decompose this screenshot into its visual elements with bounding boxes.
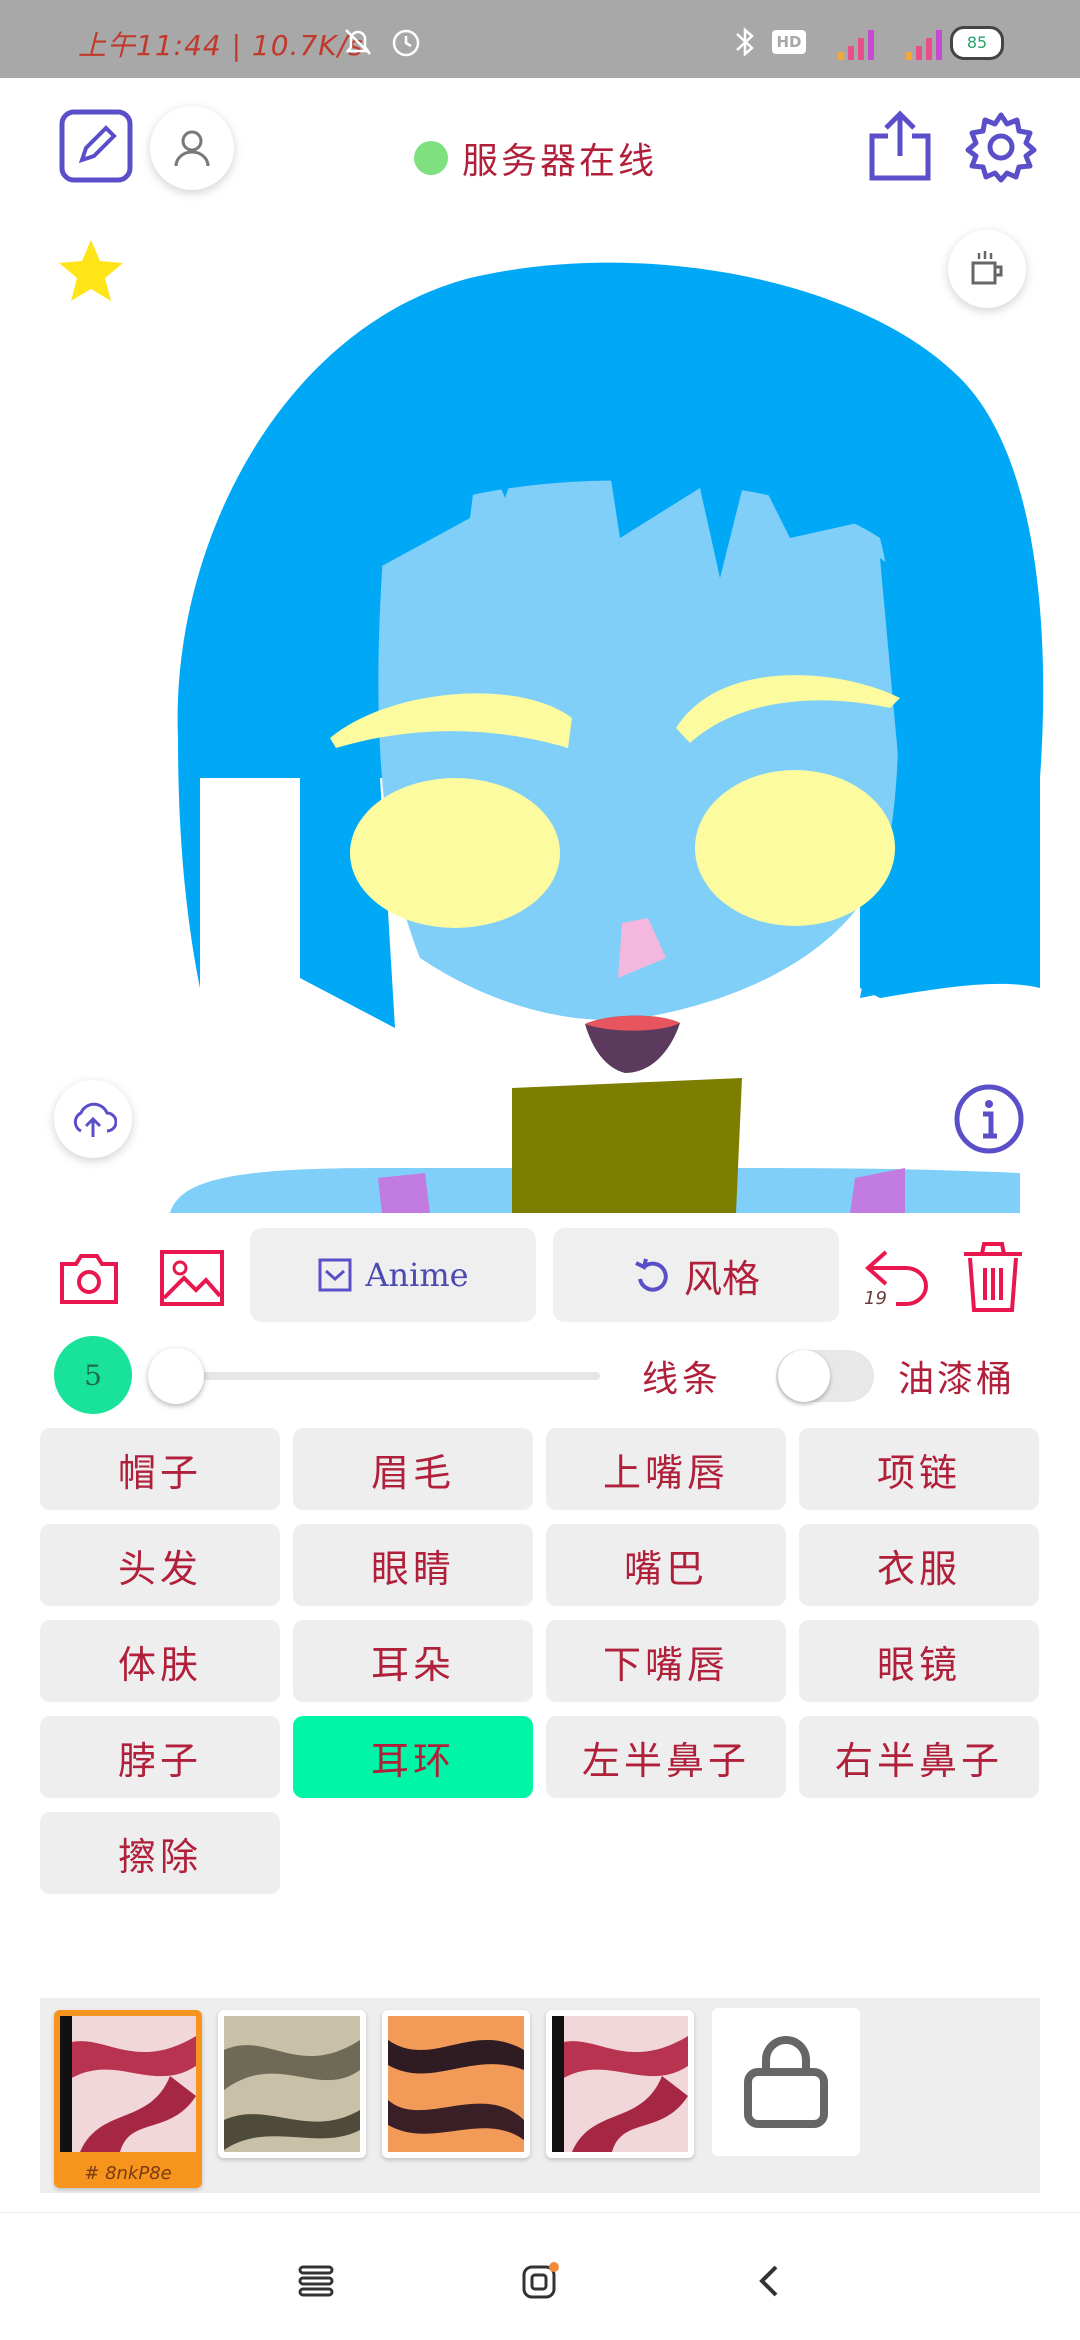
refresh-icon xyxy=(635,1258,668,1292)
style-thumbnail-selected[interactable]: # 8nkP8e xyxy=(54,2010,202,2188)
part-button[interactable]: 头发 xyxy=(40,1524,280,1606)
style-thumbnail-image xyxy=(224,2016,360,2152)
user-icon xyxy=(174,130,210,167)
part-button[interactable]: 下嘴唇 xyxy=(546,1620,786,1702)
hd-badge: HD xyxy=(772,30,806,54)
drawing-artwork xyxy=(170,262,1044,1213)
paint-bucket-label: 油漆桶 xyxy=(898,1359,1016,1400)
style-thumbnail-image xyxy=(60,2016,196,2152)
brush-size-track[interactable] xyxy=(170,1372,600,1380)
status-bar: 上午11:44 | 10.7K/s HD 85 xyxy=(0,0,1080,78)
bluetooth-icon xyxy=(736,27,754,57)
brush-row: 5 线条 油漆桶 xyxy=(0,1336,1080,1426)
style-thumbnail-strip: # 8nkP8e xyxy=(40,1998,1040,2193)
menu-icon xyxy=(298,2265,334,2297)
signal-icon xyxy=(838,30,874,60)
style-model-button[interactable]: Anime xyxy=(250,1228,536,1322)
part-button[interactable]: 眉毛 xyxy=(293,1428,533,1510)
part-button[interactable]: 眼睛 xyxy=(293,1524,533,1606)
thumbnail-code: # 8nkP8e xyxy=(84,2163,172,2184)
eye-left xyxy=(350,778,560,928)
lock-icon xyxy=(744,2036,828,2128)
nav-menu-button[interactable] xyxy=(286,2251,346,2311)
part-button[interactable]: 上嘴唇 xyxy=(546,1428,786,1510)
style-thumbnail-image xyxy=(388,2016,524,2152)
top-bar: 服务器在线 xyxy=(0,78,1080,218)
brush-size-badge: 5 xyxy=(54,1336,132,1414)
profile-button[interactable] xyxy=(150,106,234,190)
battery-indicator: 85 xyxy=(950,26,1004,60)
alarm-icon xyxy=(392,29,420,57)
part-button[interactable]: 体肤 xyxy=(40,1620,280,1702)
style-thumbnail[interactable] xyxy=(382,2010,530,2158)
part-button[interactable]: 右半鼻子 xyxy=(799,1716,1039,1798)
server-status: 服务器在线 xyxy=(414,132,657,184)
edit-square-icon[interactable] xyxy=(58,108,134,184)
star-icon[interactable] xyxy=(56,236,126,306)
style-thumbnail-image xyxy=(552,2016,688,2152)
server-status-dot xyxy=(414,141,448,175)
eye-right xyxy=(695,770,895,926)
part-button[interactable]: 嘴巴 xyxy=(546,1524,786,1606)
nav-home-button[interactable] xyxy=(510,2251,570,2311)
style-model-label: Anime xyxy=(365,1256,469,1294)
home-icon xyxy=(522,2262,559,2299)
part-button[interactable]: 脖子 xyxy=(40,1716,280,1798)
style-thumbnail[interactable] xyxy=(218,2010,366,2158)
undo-count: 19 xyxy=(864,1288,887,1309)
status-time: 上午11:44 | 10.7K/s xyxy=(78,29,364,62)
server-status-text: 服务器在线 xyxy=(462,141,658,182)
earring-left xyxy=(378,1173,430,1213)
drawing-canvas[interactable] xyxy=(0,218,1080,1213)
tool-row: Anime 风格 19 xyxy=(0,1222,1080,1332)
neck-shape xyxy=(512,1078,742,1213)
nav-back-button[interactable] xyxy=(740,2251,800,2311)
style-button[interactable]: 风格 xyxy=(553,1228,839,1322)
signal-icon-2 xyxy=(906,30,942,60)
part-button[interactable]: 帽子 xyxy=(40,1428,280,1510)
erase-button[interactable]: 擦除 xyxy=(40,1812,280,1894)
locked-thumbnail[interactable] xyxy=(712,2008,860,2156)
part-button[interactable]: 耳朵 xyxy=(293,1620,533,1702)
line-label: 线条 xyxy=(642,1359,723,1400)
trash-icon[interactable] xyxy=(960,1240,1026,1314)
part-button[interactable]: 衣服 xyxy=(799,1524,1039,1606)
part-button[interactable]: 左半鼻子 xyxy=(546,1716,786,1798)
checkbox-icon xyxy=(318,1258,352,1292)
part-button-active[interactable]: 耳环 xyxy=(293,1716,533,1798)
upload-button[interactable] xyxy=(54,1080,132,1158)
camera-icon[interactable] xyxy=(58,1250,120,1306)
style-button-label: 风格 xyxy=(683,1256,760,1301)
navigation-bar xyxy=(0,2212,1080,2340)
share-icon[interactable] xyxy=(866,108,934,184)
paint-bucket-toggle[interactable] xyxy=(776,1350,874,1402)
part-button[interactable]: 眼镜 xyxy=(799,1620,1039,1702)
back-icon xyxy=(759,2265,778,2297)
gear-icon[interactable] xyxy=(964,110,1038,184)
mute-bell-icon xyxy=(345,29,371,55)
toggle-knob xyxy=(778,1350,830,1402)
image-icon[interactable] xyxy=(158,1248,226,1308)
coffee-button[interactable] xyxy=(948,230,1026,308)
info-icon[interactable] xyxy=(952,1082,1026,1156)
part-button[interactable]: 项链 xyxy=(799,1428,1039,1510)
cloud-upload-icon xyxy=(73,1102,117,1137)
brush-size-thumb[interactable] xyxy=(148,1348,204,1404)
coffee-cup-icon xyxy=(971,251,1003,285)
style-thumbnail[interactable] xyxy=(546,2010,694,2158)
